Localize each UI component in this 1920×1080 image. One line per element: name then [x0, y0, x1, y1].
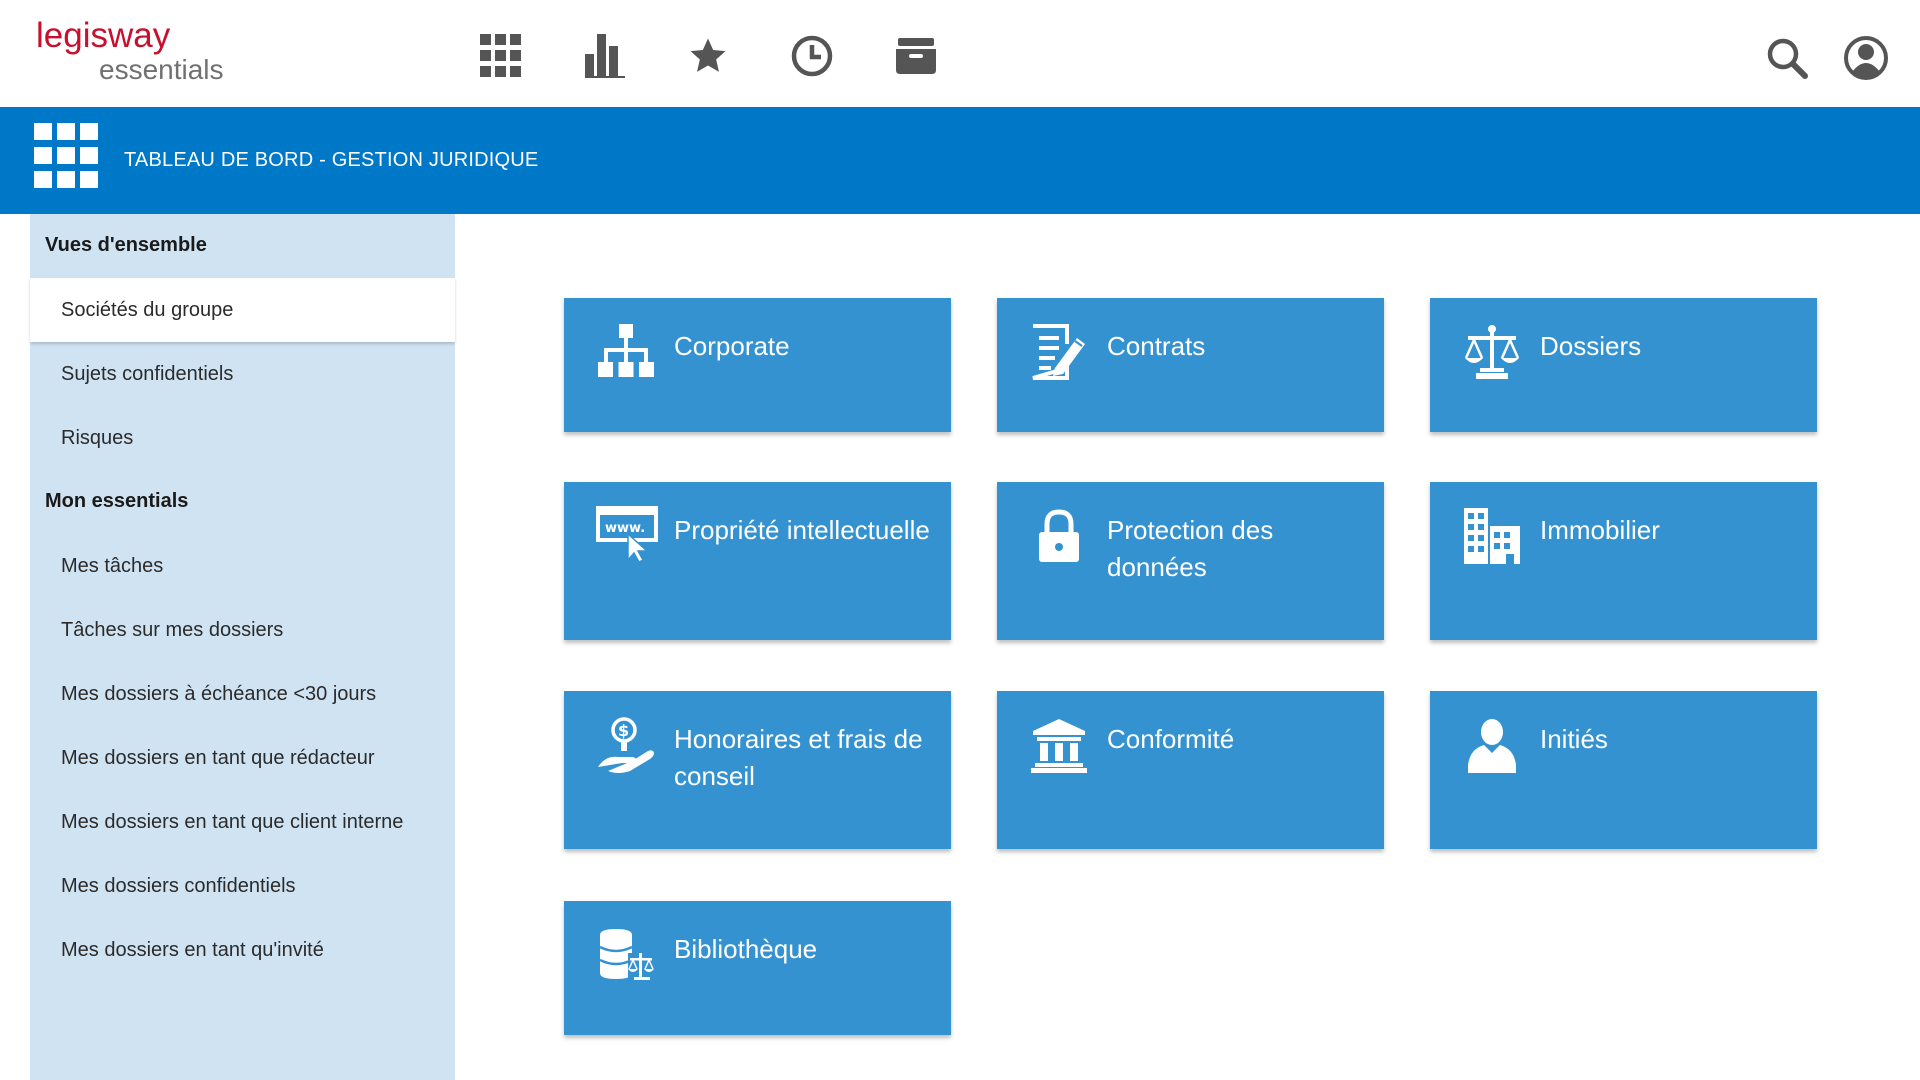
tile-corporate[interactable]: Corporate [564, 298, 951, 432]
sidebar-item-taches-sur-mes-dossiers[interactable]: Tâches sur mes dossiers [30, 598, 455, 662]
sidebar-section-title: Mon essentials [45, 490, 189, 512]
svg-text:www.: www. [605, 521, 645, 536]
tile-propriete-intellectuelle[interactable]: www. Propriété intellectuelle [564, 482, 951, 640]
contract-edit-icon [1031, 324, 1087, 380]
brand-logo[interactable]: legisway essentials [36, 18, 224, 84]
tile-label: Contrats [1107, 331, 1206, 361]
brand-subname: essentials [99, 54, 224, 85]
hand-coin-icon: $ [598, 717, 654, 773]
search-icon[interactable] [1763, 34, 1811, 82]
apps-grid-icon[interactable] [477, 32, 525, 80]
svg-text:$: $ [618, 721, 629, 740]
sidebar-item-dossiers-invite[interactable]: Mes dossiers en tant qu'invité [30, 918, 455, 982]
tile-label: Initiés [1540, 724, 1608, 754]
sidebar-item-dossiers-echeance[interactable]: Mes dossiers à échéance <30 jours [30, 662, 455, 726]
tile-contrats[interactable]: Contrats [997, 298, 1384, 432]
page-title: TABLEAU DE BORD - GESTION JURIDIQUE [124, 149, 539, 171]
star-icon[interactable] [684, 32, 732, 80]
tile-label: Bibliothèque [674, 934, 818, 964]
www-cursor-icon: www. [596, 506, 658, 562]
tile-label: Immobilier [1540, 515, 1660, 545]
sidebar-item-societes-du-groupe[interactable]: Sociétés du groupe [30, 278, 455, 342]
top-bar: legisway essentials [0, 0, 1920, 107]
tile-immobilier[interactable]: Immobilier [1430, 482, 1817, 640]
tile-dossiers[interactable]: Dossiers [1430, 298, 1817, 432]
sidebar-item-mes-taches[interactable]: Mes tâches [30, 534, 455, 598]
person-icon [1464, 717, 1520, 773]
bar-chart-icon[interactable] [581, 32, 629, 80]
tile-label: Dossiers [1540, 331, 1642, 361]
tile-protection-des-donnees[interactable]: Protection des données [997, 482, 1384, 640]
sidebar-section-title: Vues d'ensemble [45, 234, 207, 256]
user-account-icon[interactable] [1842, 34, 1890, 82]
database-scales-icon [598, 927, 654, 983]
brand-name: legisway [36, 16, 171, 55]
sidebar-item-dossiers-confidentiels[interactable]: Mes dossiers confidentiels [30, 854, 455, 918]
dashboard-header: TABLEAU DE BORD - GESTION JURIDIQUE [0, 107, 1920, 214]
archive-icon[interactable] [892, 32, 940, 80]
tile-label: Protection des données [1107, 515, 1274, 582]
tile-inities[interactable]: Initiés [1430, 691, 1817, 849]
org-chart-icon [598, 324, 654, 380]
sidebar-item-dossiers-client-interne[interactable]: Mes dossiers en tant que client interne [30, 790, 455, 854]
tile-label: Corporate [674, 331, 790, 361]
sidebar-item-dossiers-redacteur[interactable]: Mes dossiers en tant que rédacteur [30, 726, 455, 790]
scales-icon [1464, 324, 1520, 380]
tile-bibliotheque[interactable]: Bibliothèque [564, 901, 951, 1035]
buildings-icon [1464, 508, 1520, 564]
sidebar-item-sujets-confidentiels[interactable]: Sujets confidentiels [30, 342, 455, 406]
sidebar: Vues d'ensemble Sociétés du groupe Sujet… [30, 214, 455, 1080]
tile-label: Honoraires et frais de conseil [674, 724, 923, 791]
sidebar-item-risques[interactable]: Risques [30, 406, 455, 470]
tile-conformite[interactable]: Conformité [997, 691, 1384, 849]
clock-icon[interactable] [788, 32, 836, 80]
institution-icon [1031, 717, 1087, 773]
padlock-icon [1031, 508, 1087, 564]
apps-grid-icon[interactable] [34, 123, 98, 189]
tile-label: Propriété intellectuelle [674, 515, 930, 545]
tile-label: Conformité [1107, 724, 1235, 754]
tile-honoraires[interactable]: $ Honoraires et frais de conseil [564, 691, 951, 849]
